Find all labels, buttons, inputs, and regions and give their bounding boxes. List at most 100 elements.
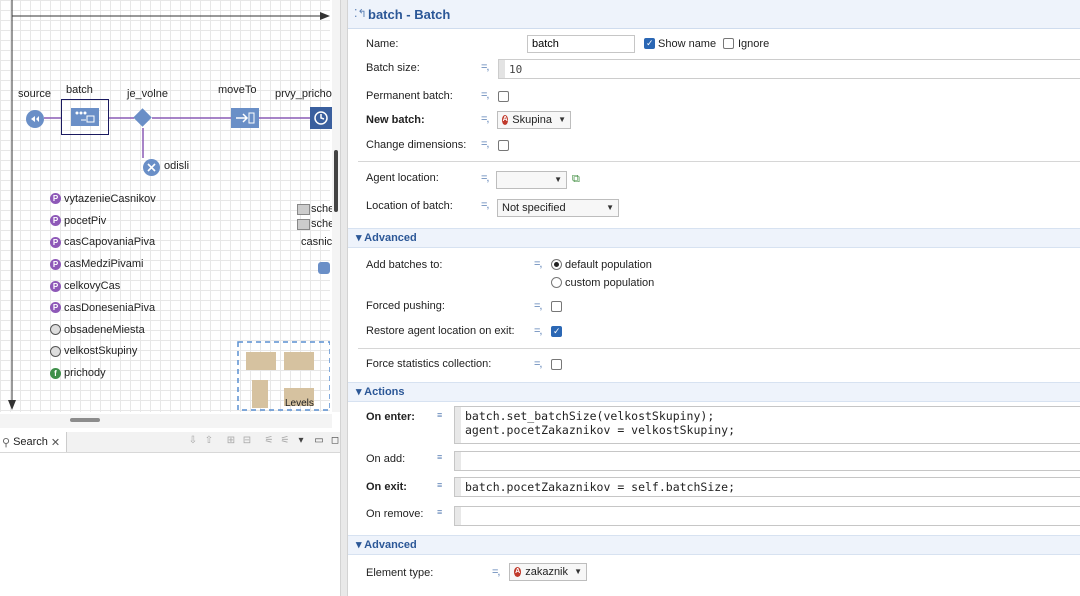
maximize-icon[interactable]: ◻ <box>330 436 340 446</box>
collapse-all-icon[interactable]: ⊟ <box>242 436 252 446</box>
show-name-label: Show name <box>658 38 717 50</box>
permanent-batch-checkbox[interactable] <box>498 91 509 102</box>
variable-item[interactable]: obsadeneMiesta <box>50 319 156 341</box>
filter-options-icon[interactable]: ⚟ <box>280 436 290 446</box>
arrow-down-icon[interactable]: ⇩ <box>188 436 198 446</box>
advanced-section-header-2[interactable]: ▾ Advanced <box>348 535 1080 555</box>
move-arrow-icon <box>236 112 255 124</box>
variable-item[interactable]: P vytazenieCasnikov <box>50 188 156 210</box>
variable-name: prichody <box>64 367 106 380</box>
custom-population-radio[interactable] <box>551 277 562 288</box>
close-icon[interactable]: ✕ <box>51 436 60 449</box>
resource-pool-icon[interactable] <box>318 262 330 274</box>
graphical-editor[interactable]: source batch je_volne moveTo prvy_pricho… <box>0 0 340 430</box>
parameter-icon: P <box>50 236 61 248</box>
editor-gutter <box>455 407 461 443</box>
variable-item[interactable]: P pocetPiv <box>50 210 156 232</box>
static-value-toggle-icon[interactable]: =, <box>481 199 490 211</box>
block-label-source: source <box>18 88 52 100</box>
seat-area[interactable] <box>246 352 276 370</box>
static-value-toggle-icon[interactable]: =, <box>481 113 490 125</box>
show-name-checkbox[interactable] <box>644 38 655 49</box>
on-remove-label: On remove: <box>366 508 424 520</box>
variables-list: P vytazenieCasnikov P pocetPiv P casCapo… <box>50 188 156 384</box>
pane-splitter[interactable] <box>340 0 348 596</box>
location-of-batch-dropdown[interactable]: Not specified ▼ <box>497 199 619 217</box>
force-statistics-checkbox[interactable] <box>551 359 562 370</box>
variable-item[interactable]: P casCapovaniaPiva <box>50 232 156 254</box>
static-value-toggle-icon[interactable]: =, <box>481 89 490 101</box>
horizontal-scroll-thumb[interactable] <box>70 418 100 422</box>
variable-item[interactable]: f prichody <box>50 362 156 384</box>
static-value-toggle-icon[interactable]: =, <box>492 566 501 578</box>
new-batch-dropdown[interactable]: A Skupina ▼ <box>497 111 571 129</box>
vertical-scroll-thumb[interactable] <box>334 150 338 212</box>
horizontal-scrollbar[interactable] <box>0 414 332 428</box>
levels-label[interactable]: Levels <box>285 398 314 409</box>
actions-section-header[interactable]: ▾ Actions <box>348 382 1080 402</box>
on-enter-code-editor[interactable]: batch.set_batchSize(velkostSkupiny); age… <box>454 406 1080 444</box>
schedule-label[interactable]: sche <box>311 218 334 230</box>
sink-block[interactable] <box>143 159 160 176</box>
code-field-icon: ≡ <box>437 507 442 517</box>
arrow-up-icon[interactable]: ⇧ <box>204 436 214 446</box>
schedule-label[interactable]: sche <box>311 203 334 215</box>
view-menu-icon[interactable]: ▾ <box>296 436 306 446</box>
new-batch-value: Skupina <box>512 114 552 126</box>
variable-name: casCapovaniaPiva <box>64 236 156 249</box>
custom-population-label: custom population <box>565 277 655 289</box>
name-field[interactable] <box>527 35 635 53</box>
static-value-toggle-icon[interactable]: =, <box>534 325 543 337</box>
default-population-radio[interactable] <box>551 259 562 270</box>
element-type-dropdown[interactable]: A zakaznik ▼ <box>509 563 587 581</box>
static-value-toggle-icon[interactable]: =, <box>534 358 543 370</box>
minimize-icon[interactable]: ▭ <box>314 436 324 446</box>
static-value-toggle-icon[interactable]: =, <box>481 61 490 73</box>
agent-type-icon: A <box>514 567 522 577</box>
change-dimensions-checkbox[interactable] <box>498 140 509 151</box>
variable-item[interactable]: velkostSkupiny <box>50 341 156 363</box>
schedule-icon <box>297 204 310 215</box>
actions-section-title: ▾ Actions <box>356 386 405 398</box>
tab-search[interactable]: ⚲ Search ✕ <box>0 432 68 452</box>
batch-icon <box>75 111 95 123</box>
static-value-toggle-icon[interactable]: =, <box>534 258 543 270</box>
variable-name: casMedziPivami <box>64 258 144 271</box>
moveto-block[interactable] <box>231 108 259 128</box>
on-add-code-editor[interactable] <box>454 451 1080 471</box>
properties-title: batch - Batch <box>368 7 451 22</box>
forced-pushing-checkbox[interactable] <box>551 301 562 312</box>
advanced-section-header[interactable]: ▾ Advanced <box>348 228 1080 248</box>
agent-location-dropdown[interactable]: ▼ <box>496 171 567 189</box>
code-line: batch.pocetZakaznikov = self.batchSize; <box>465 480 736 494</box>
delay-block[interactable] <box>310 107 332 129</box>
on-add-label: On add: <box>366 453 406 465</box>
variable-name: pocetPiv <box>64 214 107 227</box>
seat-area[interactable] <box>252 380 268 408</box>
select-node-icon[interactable]: ⧉ <box>572 173 580 186</box>
location-of-batch-value: Not specified <box>502 202 566 214</box>
static-value-toggle-icon[interactable]: =, <box>481 138 490 150</box>
source-block[interactable] <box>26 110 44 128</box>
variable-item[interactable]: P casMedziPivami <box>50 253 156 275</box>
variable-name: vytazenieCasnikov <box>64 192 156 205</box>
name-label: Name: <box>366 38 399 50</box>
diagram-canvas[interactable]: source batch je_volne moveTo prvy_pricho… <box>0 0 338 412</box>
element-type-label: Element type: <box>366 567 434 579</box>
ignore-checkbox[interactable] <box>723 38 734 49</box>
variable-item[interactable]: P celkovyCas <box>50 275 156 297</box>
expand-all-icon[interactable]: ⊞ <box>226 436 236 446</box>
parameter-icon: P <box>50 280 61 292</box>
static-value-toggle-icon[interactable]: =, <box>534 300 543 312</box>
variable-item[interactable]: P casDoneseniaPiva <box>50 297 156 319</box>
batch-block-selection[interactable] <box>61 99 109 135</box>
restore-location-checkbox[interactable] <box>551 326 562 337</box>
batch-size-field[interactable]: 10 <box>498 59 1080 79</box>
on-exit-code-editor[interactable]: batch.pocetZakaznikov = self.batchSize; <box>454 477 1080 497</box>
resource-label[interactable]: casnic <box>301 236 332 248</box>
filter-icon[interactable]: ⚟ <box>264 436 274 446</box>
seat-area[interactable] <box>284 352 314 370</box>
static-value-toggle-icon[interactable]: =, <box>481 172 490 184</box>
on-remove-code-editor[interactable] <box>454 506 1080 526</box>
batch-block[interactable] <box>71 108 99 126</box>
